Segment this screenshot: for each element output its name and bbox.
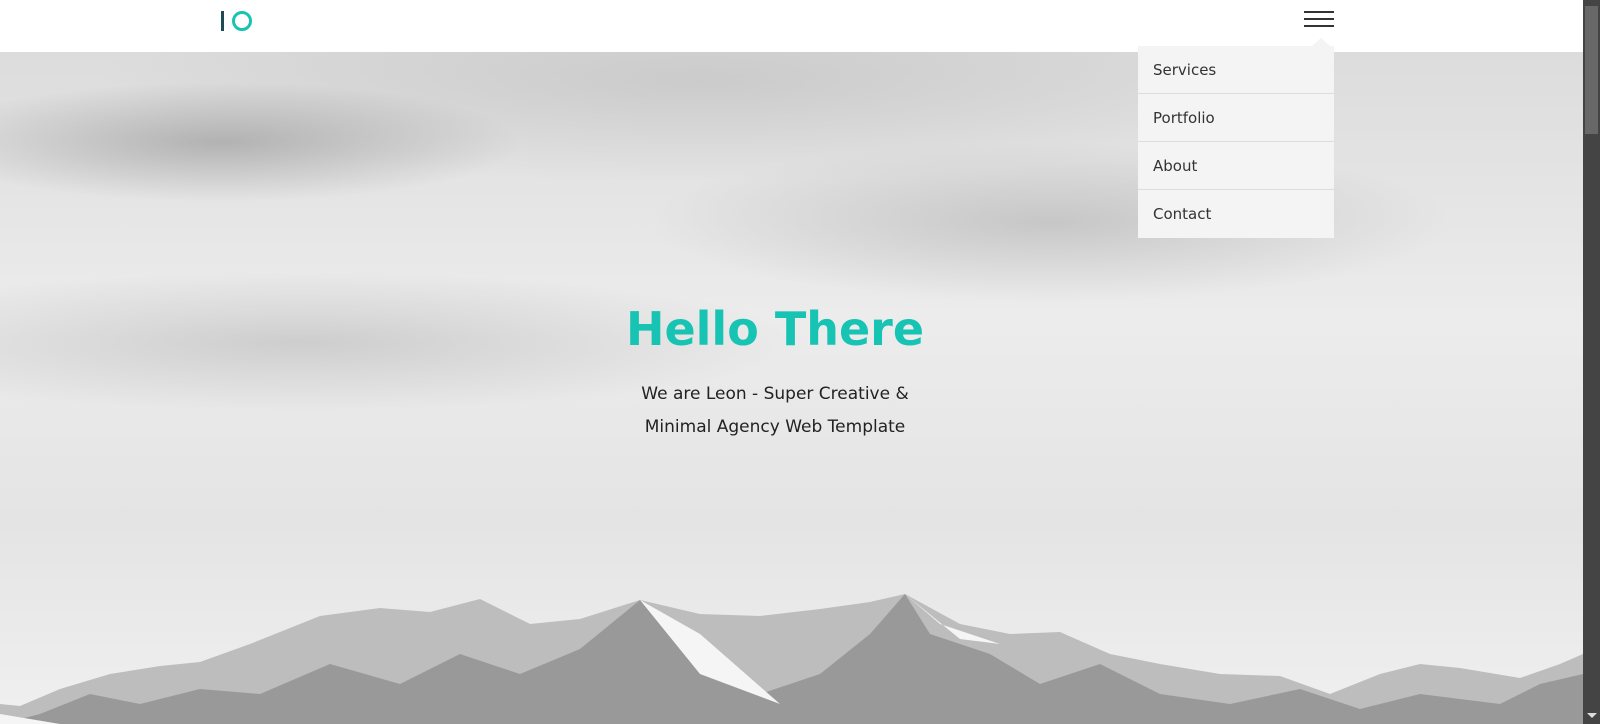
logo-ring-icon xyxy=(232,11,252,31)
dropdown-menu: Services Portfolio About Contact xyxy=(1138,38,1334,238)
hero-title: Hello There xyxy=(625,302,925,356)
logo[interactable] xyxy=(220,10,254,32)
hero-subtitle-line1: We are Leon - Super Creative & xyxy=(641,384,909,404)
menu-item-contact[interactable]: Contact xyxy=(1138,190,1334,238)
scrollbar-thumb[interactable] xyxy=(1585,6,1598,134)
header xyxy=(0,0,1583,52)
logo-bar-icon xyxy=(221,11,224,31)
menu-item-services[interactable]: Services xyxy=(1138,46,1334,94)
hamburger-line-icon xyxy=(1304,11,1334,13)
hamburger-menu-button[interactable] xyxy=(1302,8,1336,30)
page: Hello There We are Leon - Super Creative… xyxy=(0,0,1583,724)
hero-subtitle: We are Leon - Super Creative & Minimal A… xyxy=(0,378,1550,444)
hamburger-line-icon xyxy=(1304,25,1334,27)
hero-subtitle-line2: Minimal Agency Web Template xyxy=(644,417,906,437)
mountains-image xyxy=(0,594,1583,724)
scroll-down-arrow-icon[interactable] xyxy=(1587,713,1597,718)
vertical-scrollbar[interactable] xyxy=(1583,0,1600,724)
hero-section: Hello There We are Leon - Super Creative… xyxy=(0,52,1583,724)
menu-item-portfolio[interactable]: Portfolio xyxy=(1138,94,1334,142)
menu-item-about[interactable]: About xyxy=(1138,142,1334,190)
hamburger-line-icon xyxy=(1304,18,1334,20)
